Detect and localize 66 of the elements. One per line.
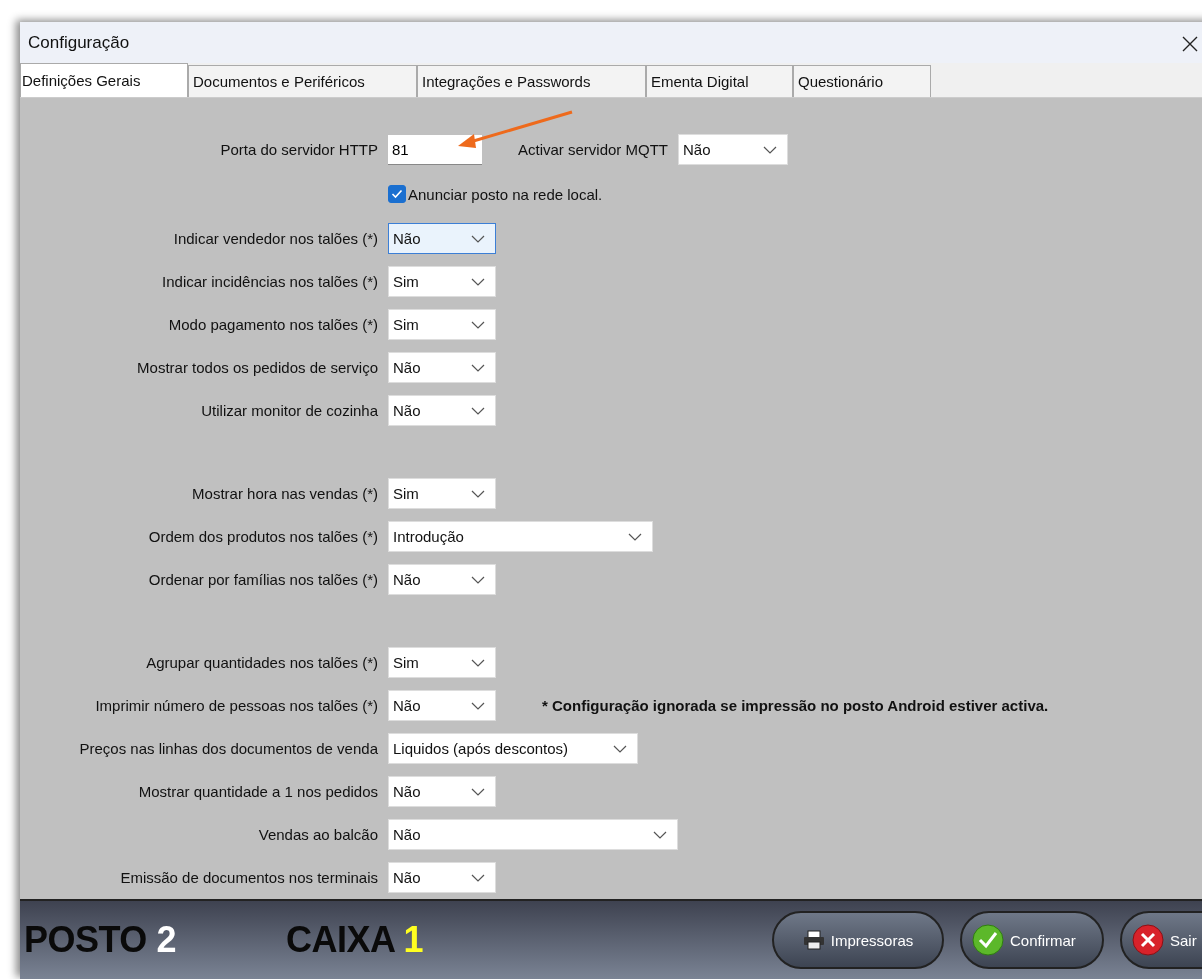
checkbox-label: Anunciar posto na rede local.	[408, 185, 603, 203]
chevron-down-icon	[763, 145, 777, 154]
chevron-down-icon	[613, 744, 627, 753]
dropdown[interactable]: Sim	[388, 266, 496, 298]
chevron-down-icon	[471, 320, 485, 329]
field-label: Ordenar por famílias nos talões (*)	[147, 571, 378, 589]
field-label: Ordem dos produtos nos talões (*)	[147, 528, 378, 546]
checkmark-icon	[391, 189, 403, 200]
chevron-down-icon	[471, 658, 485, 667]
close-icon	[1182, 36, 1198, 53]
dropdown[interactable]: Não	[388, 819, 678, 851]
checkbox[interactable]	[388, 185, 406, 204]
chevron-down-icon	[628, 532, 642, 541]
chevron-down-icon	[471, 787, 485, 796]
chevron-down-icon	[471, 234, 485, 243]
dropdown[interactable]: Não	[388, 862, 496, 894]
field-label: Mostrar hora nas vendas (*)	[191, 485, 378, 503]
tab[interactable]: Ementa Digital	[646, 65, 793, 98]
checkmark-icon	[972, 924, 1004, 957]
dropdown[interactable]: Sim	[388, 309, 496, 341]
window-title: Configuração	[28, 32, 130, 53]
dropdown[interactable]: Não	[388, 776, 496, 808]
chevron-down-icon	[471, 701, 485, 710]
chevron-down-icon	[471, 363, 485, 372]
field-label: Indicar incidências nos talões (*)	[161, 273, 378, 291]
field-label: Porta do servidor HTTP	[219, 141, 378, 159]
dropdown[interactable]: Sim	[388, 478, 496, 510]
chevron-down-icon	[471, 489, 485, 498]
field-label: Mostrar quantidade a 1 nos pedidos	[137, 783, 378, 801]
chevron-down-icon	[471, 277, 485, 286]
field-label: Activar servidor MQTT	[518, 141, 668, 159]
exit-button[interactable]: Sair	[1120, 911, 1202, 970]
tab[interactable]: Integrações e Passwords	[417, 65, 646, 98]
field-label: Modo pagamento nos talões (*)	[167, 316, 378, 334]
printers-button[interactable]: Impressoras	[772, 911, 944, 970]
printer-icon	[802, 930, 825, 951]
field-label: Vendas ao balcão	[257, 826, 378, 844]
dropdown[interactable]: Não	[388, 223, 496, 255]
field-label: Indicar vendedor nos talões (*)	[172, 230, 378, 248]
port-input-field[interactable]: 81	[388, 134, 482, 165]
field-label: Preços nas linhas dos documentos de venda	[78, 740, 378, 758]
field-label: Imprimir número de pessoas nos talões (*)	[94, 697, 378, 715]
tab[interactable]: Documentos e Periféricos	[188, 65, 417, 98]
dropdown[interactable]: Não	[388, 352, 496, 384]
confirm-button[interactable]: Confirmar	[960, 911, 1104, 970]
station-label: POSTO 2	[24, 919, 176, 962]
note-text: * Configuração ignorada se impressão no posto Android estiver activa.	[542, 697, 1049, 715]
dropdown[interactable]: Não	[388, 564, 496, 596]
chevron-down-icon	[653, 830, 667, 839]
mqtt-dropdown[interactable]: Não	[678, 134, 788, 166]
dropdown[interactable]: Não	[388, 395, 496, 427]
close-icon	[1132, 924, 1164, 957]
dropdown[interactable]: Introdução	[388, 521, 653, 553]
dropdown[interactable]: Liquidos (após descontos)	[388, 733, 638, 765]
field-label: Agrupar quantidades nos talões (*)	[145, 654, 378, 672]
chevron-down-icon	[471, 873, 485, 882]
tab[interactable]: Definições Gerais	[20, 63, 188, 98]
field-label: Mostrar todos os pedidos de serviço	[136, 359, 378, 377]
dropdown[interactable]: Não	[388, 690, 496, 722]
dropdown[interactable]: Sim	[388, 647, 496, 679]
field-label: Emissão de documentos nos terminais	[119, 869, 378, 887]
tab[interactable]: Questionário	[793, 65, 931, 98]
chevron-down-icon	[471, 406, 485, 415]
register-label: CAIXA 1	[285, 919, 424, 962]
chevron-down-icon	[471, 575, 485, 584]
field-label: Utilizar monitor de cozinha	[200, 402, 378, 420]
